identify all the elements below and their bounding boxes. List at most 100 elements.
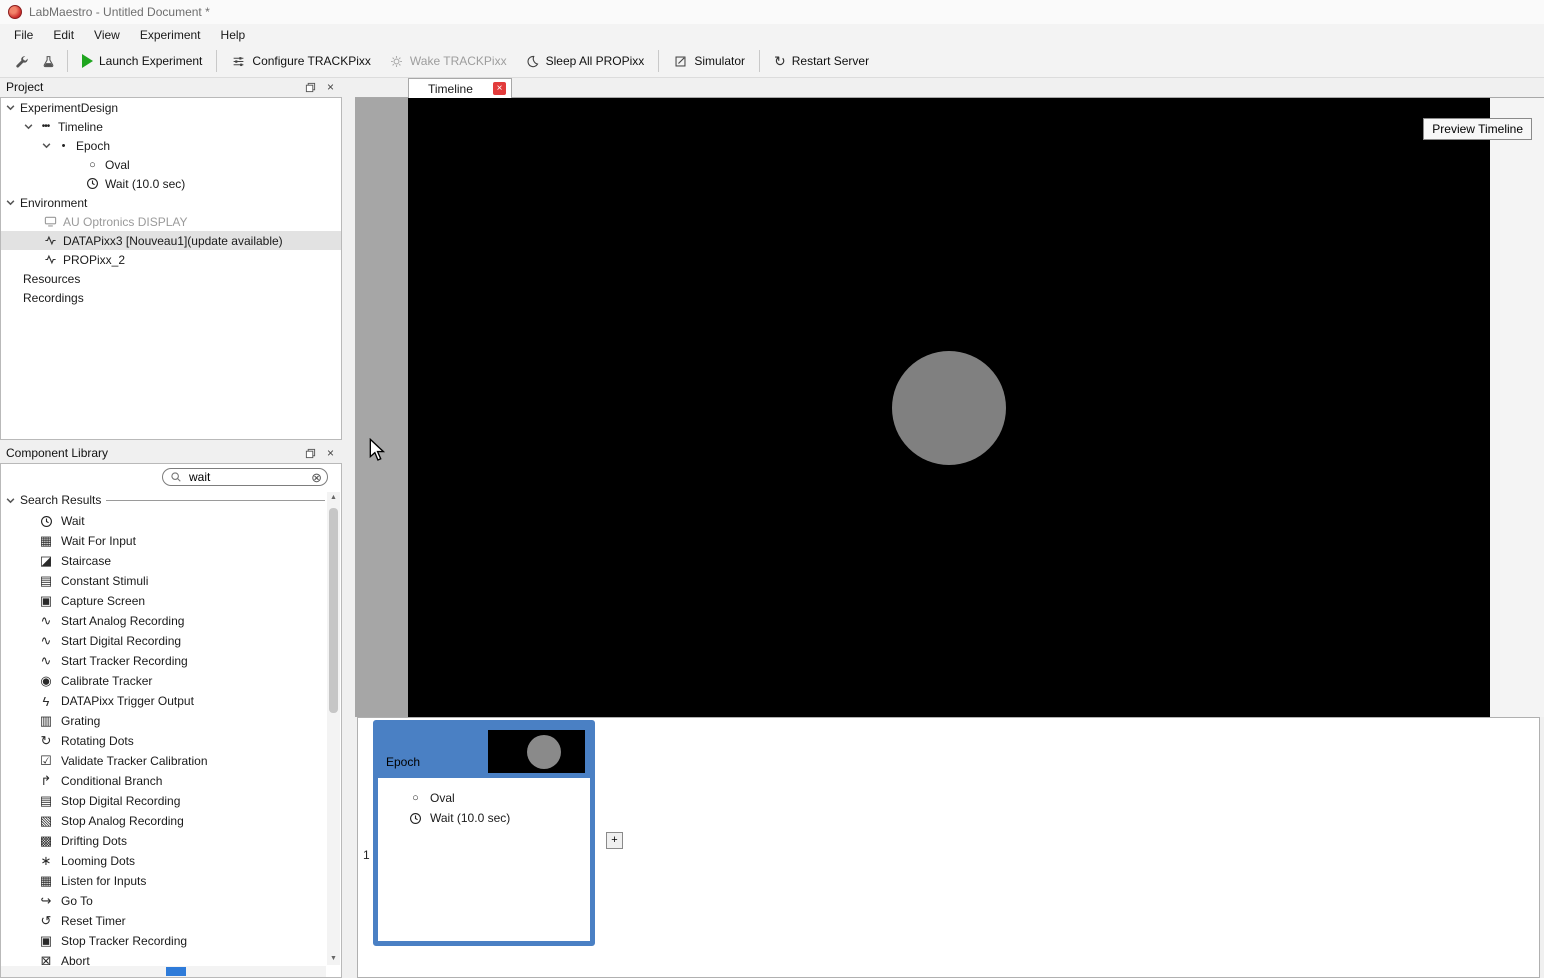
list-item-start-tracker-recording[interactable]: ∿Start Tracker Recording bbox=[1, 651, 327, 671]
tree-item-oval[interactable]: ○ Oval bbox=[1, 155, 341, 174]
tree-item-epoch[interactable]: • Epoch bbox=[1, 136, 341, 155]
lightning-icon: ϟ bbox=[38, 694, 54, 709]
list-item-wait-for-input[interactable]: ▦Wait For Input bbox=[1, 531, 327, 551]
search-results-section[interactable]: Search Results bbox=[5, 492, 325, 508]
simulator-button[interactable]: Simulator bbox=[664, 49, 754, 73]
restart-server-button[interactable]: ↻ Restart Server bbox=[765, 49, 878, 73]
tree-item-experimentdesign[interactable]: ExperimentDesign bbox=[1, 98, 341, 117]
tab-close-icon[interactable]: × bbox=[493, 82, 506, 95]
epoch-card-header[interactable]: Epoch bbox=[378, 725, 590, 778]
epoch-item-oval[interactable]: ○ Oval bbox=[378, 788, 590, 808]
menu-file[interactable]: File bbox=[4, 26, 43, 44]
sun-gear-icon bbox=[389, 55, 404, 68]
chevron-down-icon[interactable] bbox=[23, 122, 33, 131]
tree-item-label: Timeline bbox=[58, 120, 103, 134]
epoch-card[interactable]: Epoch ○ Oval Wait (10.0 sec) bbox=[373, 720, 595, 946]
play-icon bbox=[82, 54, 93, 68]
wake-trackpixx-label: Wake TRACKPixx bbox=[410, 54, 507, 68]
launch-experiment-button[interactable]: Launch Experiment bbox=[73, 49, 211, 73]
section-title: Search Results bbox=[20, 493, 101, 507]
float-panel-icon[interactable] bbox=[302, 80, 319, 95]
clock-icon bbox=[85, 177, 100, 190]
tree-item-timeline[interactable]: ••• Timeline bbox=[1, 117, 341, 136]
configure-trackpixx-button[interactable]: Configure TRACKPixx bbox=[222, 49, 380, 73]
search-input[interactable] bbox=[187, 469, 306, 485]
screen-capture-icon: ▣ bbox=[38, 593, 54, 609]
library-panel-title: Component Library bbox=[6, 446, 108, 460]
vertical-scrollbar[interactable]: ▲ ▼ bbox=[327, 492, 340, 965]
scroll-down-icon[interactable]: ▼ bbox=[327, 953, 340, 965]
toolbar-separator bbox=[216, 50, 217, 72]
epoch-card-body: ○ Oval Wait (10.0 sec) bbox=[378, 778, 590, 828]
tree-item-label: AU Optronics DISPLAY bbox=[63, 215, 188, 229]
menu-help[interactable]: Help bbox=[211, 26, 256, 44]
tree-item-resources[interactable]: Resources bbox=[1, 269, 341, 288]
tree-item-datapixx3[interactable]: DATAPixx3 [Nouveau1](update available) bbox=[1, 231, 341, 250]
list-item-datapixx-trigger-output[interactable]: ϟDATAPixx Trigger Output bbox=[1, 691, 327, 711]
menu-edit[interactable]: Edit bbox=[43, 26, 84, 44]
project-panel-title: Project bbox=[6, 80, 43, 94]
goto-arrow-icon: ↪ bbox=[38, 893, 54, 909]
horizontal-scrollbar-thumb[interactable] bbox=[166, 967, 186, 976]
component-search-box[interactable]: ⊗ bbox=[162, 468, 328, 486]
tree-item-label: Resources bbox=[23, 272, 80, 286]
tools-wrench-button[interactable] bbox=[8, 50, 35, 73]
library-panel-header: Component Library × bbox=[0, 444, 342, 462]
sleep-all-propixx-button[interactable]: Sleep All PROPixx bbox=[516, 49, 654, 73]
tree-item-display[interactable]: AU Optronics DISPLAY bbox=[1, 212, 341, 231]
tree-item-wait[interactable]: Wait (10.0 sec) bbox=[1, 174, 341, 193]
dots-grid-icon: ▩ bbox=[38, 833, 54, 849]
float-panel-icon[interactable] bbox=[302, 446, 319, 461]
tab-timeline[interactable]: Timeline × bbox=[408, 78, 512, 98]
epoch-item-wait[interactable]: Wait (10.0 sec) bbox=[378, 808, 590, 828]
list-item-abort[interactable]: ⊠Abort bbox=[1, 951, 327, 965]
clear-search-icon[interactable]: ⊗ bbox=[311, 471, 322, 484]
tree-item-environment[interactable]: Environment bbox=[1, 193, 341, 212]
sliders-icon bbox=[231, 55, 246, 68]
list-item-conditional-branch[interactable]: ↱Conditional Branch bbox=[1, 771, 327, 791]
list-item-stop-digital-recording[interactable]: ▤Stop Digital Recording bbox=[1, 791, 327, 811]
close-panel-icon[interactable]: × bbox=[322, 80, 339, 95]
list-item-grating[interactable]: ▥Grating bbox=[1, 711, 327, 731]
list-item-calibrate-tracker[interactable]: ◉Calibrate Tracker bbox=[1, 671, 327, 691]
list-item-looming-dots[interactable]: ∗Looming Dots bbox=[1, 851, 327, 871]
list-item-wait[interactable]: Wait bbox=[1, 511, 327, 531]
list-item-start-digital-recording[interactable]: ∿Start Digital Recording bbox=[1, 631, 327, 651]
vertical-scrollbar-thumb[interactable] bbox=[329, 508, 338, 713]
list-item-listen-for-inputs[interactable]: ▦Listen for Inputs bbox=[1, 871, 327, 891]
close-panel-icon[interactable]: × bbox=[322, 446, 339, 461]
horizontal-scrollbar[interactable] bbox=[1, 966, 326, 977]
tree-item-recordings[interactable]: Recordings bbox=[1, 288, 341, 307]
timeline-workspace: Timeline × Preview Timeline 1 Epoch ○ Ov… bbox=[355, 78, 1544, 978]
list-item-reset-timer[interactable]: ↺Reset Timer bbox=[1, 911, 327, 931]
menu-view[interactable]: View bbox=[84, 26, 130, 44]
list-item-staircase[interactable]: ◪Staircase bbox=[1, 551, 327, 571]
add-component-button[interactable]: + bbox=[606, 832, 623, 849]
list-item-drifting-dots[interactable]: ▩Drifting Dots bbox=[1, 831, 327, 851]
wake-trackpixx-button[interactable]: Wake TRACKPixx bbox=[380, 49, 516, 73]
simulator-label: Simulator bbox=[694, 54, 745, 68]
calibration-flask-button[interactable] bbox=[35, 50, 62, 73]
list-item-go-to[interactable]: ↪Go To bbox=[1, 891, 327, 911]
chevron-down-icon[interactable] bbox=[5, 198, 15, 207]
wrench-icon bbox=[14, 55, 29, 68]
list-item-validate-tracker-calibration[interactable]: ☑Validate Tracker Calibration bbox=[1, 751, 327, 771]
launch-experiment-label: Launch Experiment bbox=[99, 54, 202, 68]
list-item-start-analog-recording[interactable]: ∿Start Analog Recording bbox=[1, 611, 327, 631]
list-item-stop-analog-recording[interactable]: ▧Stop Analog Recording bbox=[1, 811, 327, 831]
menu-experiment[interactable]: Experiment bbox=[130, 26, 211, 44]
list-item-constant-stimuli[interactable]: ▤Constant Stimuli bbox=[1, 571, 327, 591]
scroll-up-icon[interactable]: ▲ bbox=[327, 492, 340, 504]
oval-stimulus bbox=[892, 351, 1006, 465]
component-library-panel: Component Library × ⊗ Search Results Wai… bbox=[0, 444, 342, 978]
chevron-down-icon[interactable] bbox=[5, 103, 15, 112]
checklist-icon: ☑ bbox=[38, 753, 54, 769]
preview-timeline-button[interactable]: Preview Timeline bbox=[1423, 118, 1532, 140]
chevron-down-icon[interactable] bbox=[5, 496, 15, 505]
list-item-capture-screen[interactable]: ▣Capture Screen bbox=[1, 591, 327, 611]
chevron-down-icon[interactable] bbox=[41, 141, 51, 150]
list-item-stop-tracker-recording[interactable]: ▣Stop Tracker Recording bbox=[1, 931, 327, 951]
tree-item-label: Environment bbox=[20, 196, 87, 210]
list-item-rotating-dots[interactable]: ↻Rotating Dots bbox=[1, 731, 327, 751]
tree-item-propixx2[interactable]: PROPixx_2 bbox=[1, 250, 341, 269]
